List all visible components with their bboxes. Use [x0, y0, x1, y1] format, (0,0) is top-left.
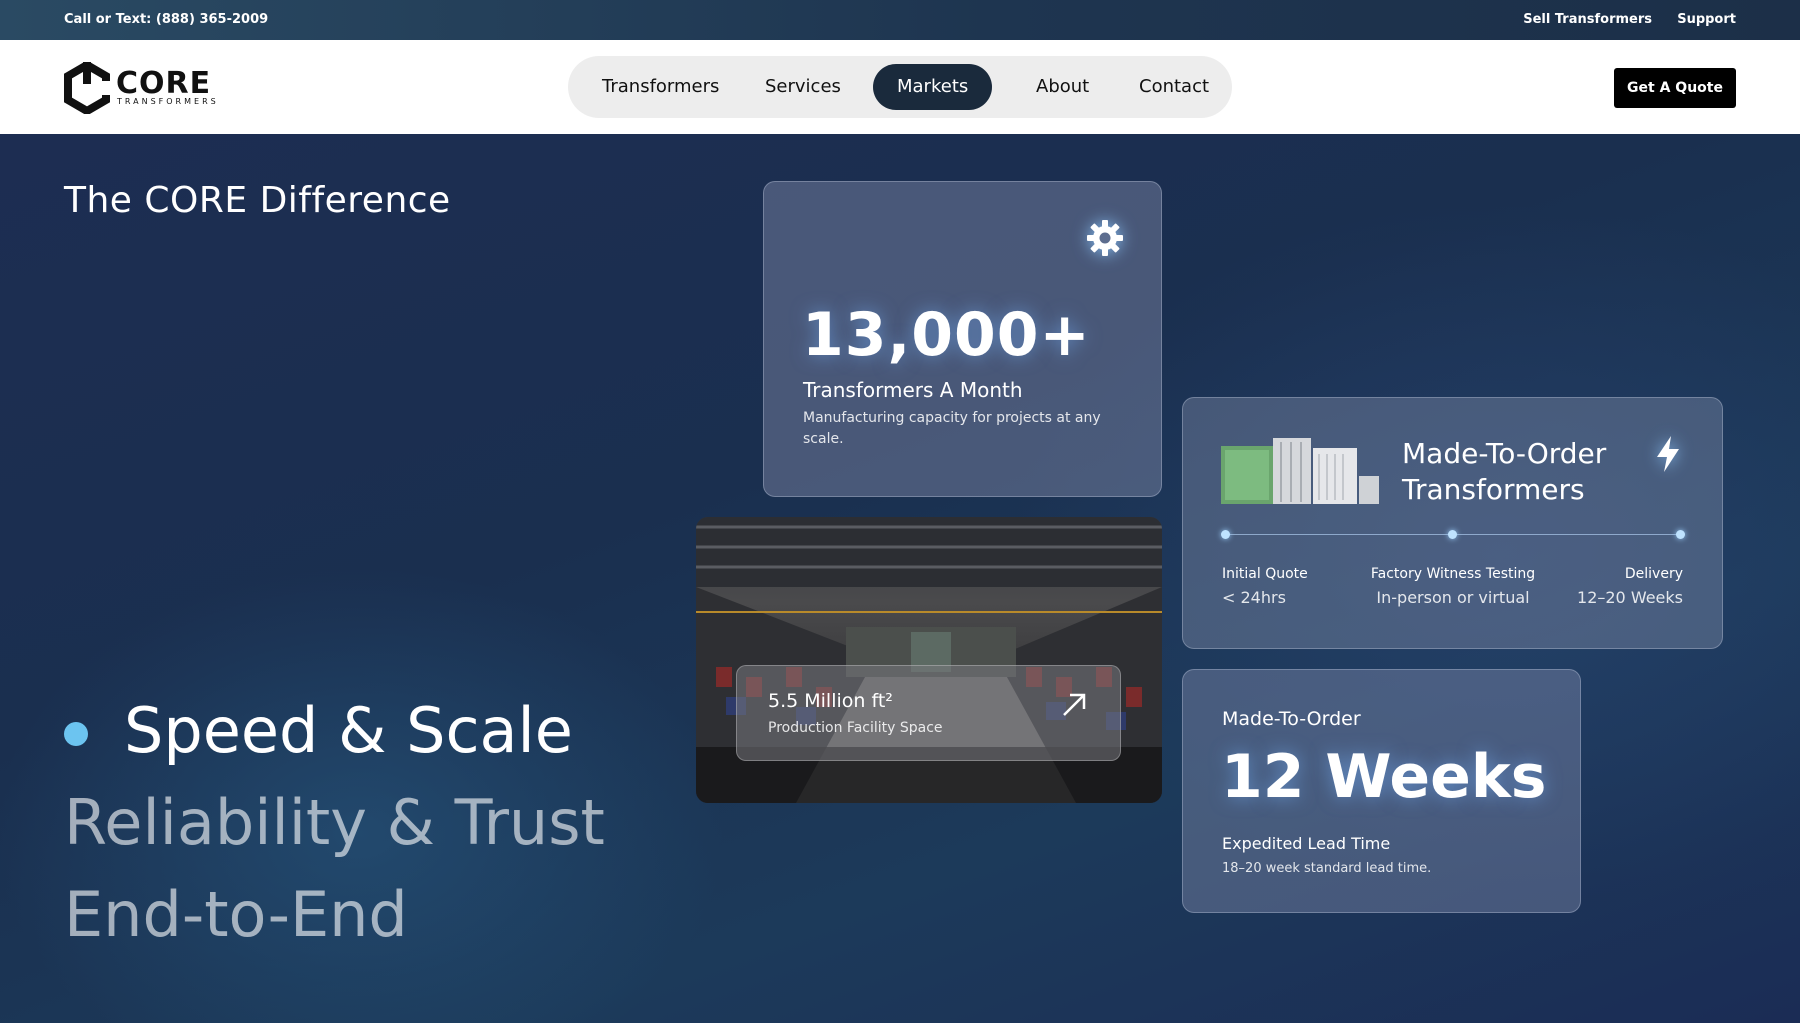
- nav-item-transformers[interactable]: Transformers: [578, 64, 743, 110]
- capacity-description: Manufacturing capacity for projects at a…: [803, 410, 1101, 447]
- step-value-witness-testing: In-person or virtual: [1376, 588, 1530, 607]
- support-link[interactable]: Support: [1677, 12, 1736, 27]
- lead-time-description: 18–20 week standard lead time.: [1222, 861, 1432, 876]
- made-to-order-card: Made-To-Order Transformers Initial Quote…: [1182, 397, 1723, 649]
- step-value-initial-quote: < 24hrs: [1222, 588, 1286, 607]
- active-feature-indicator: [64, 722, 88, 746]
- nav-item-about[interactable]: About: [1012, 64, 1113, 110]
- sell-transformers-link[interactable]: Sell Transformers: [1523, 12, 1652, 27]
- made-to-order-title: Made-To-Order Transformers: [1402, 437, 1607, 506]
- facility-title: 5.5 Million ft²: [768, 690, 893, 712]
- facility-overlay: 5.5 Million ft² Production Facility Spac…: [736, 665, 1121, 761]
- transformer-units-image: [1221, 438, 1379, 504]
- lead-time-value: 12 Weeks: [1221, 742, 1547, 812]
- timeline-dot: [1448, 530, 1457, 539]
- logo-subtitle: TRANSFORMERS: [117, 97, 219, 106]
- get-a-quote-button[interactable]: Get A Quote: [1614, 68, 1736, 108]
- phone-link[interactable]: Call or Text: (888) 365-2009: [64, 12, 268, 27]
- nav-item-markets[interactable]: Markets: [873, 64, 993, 110]
- step-value-delivery: 12–20 Weeks: [1577, 588, 1683, 607]
- facility-photo-card[interactable]: 5.5 Million ft² Production Facility Spac…: [696, 517, 1162, 803]
- timeline-dot: [1221, 530, 1230, 539]
- feature-reliability-trust[interactable]: Reliability & Trust: [64, 786, 605, 859]
- capacity-label: Transformers A Month: [803, 378, 1023, 402]
- gear-icon: [1087, 220, 1123, 256]
- lead-time-eyebrow: Made-To-Order: [1222, 708, 1361, 730]
- step-label-delivery: Delivery: [1624, 566, 1683, 582]
- feature-speed-scale[interactable]: Speed & Scale: [124, 694, 573, 767]
- lead-time-card: Made-To-Order 12 Weeks Expedited Lead Ti…: [1182, 669, 1581, 913]
- hero-section: The CORE Difference Speed & Scale Reliab…: [0, 134, 1800, 1023]
- hero-title: The CORE Difference: [64, 180, 451, 221]
- nav-item-services[interactable]: Services: [741, 64, 865, 110]
- main-nav: CORE TRANSFORMERS Transformers Services …: [0, 40, 1800, 134]
- capacity-card: 13,000+ Transformers A Month Manufacturi…: [763, 181, 1162, 497]
- capacity-value: 13,000+: [802, 300, 1091, 370]
- core-logo[interactable]: CORE TRANSFORMERS: [64, 62, 234, 114]
- core-logo-mark-icon: [64, 62, 110, 114]
- nav-pill: Transformers Services Markets About Cont…: [568, 56, 1232, 118]
- logo-wordmark: CORE: [116, 66, 212, 101]
- feature-end-to-end[interactable]: End-to-End: [64, 878, 408, 951]
- lightning-icon: [1657, 436, 1679, 472]
- arrow-up-right-icon[interactable]: [1059, 690, 1089, 720]
- step-label-initial-quote: Initial Quote: [1222, 566, 1308, 582]
- nav-item-contact[interactable]: Contact: [1115, 64, 1233, 110]
- step-label-witness-testing: Factory Witness Testing: [1370, 566, 1536, 582]
- lead-time-label: Expedited Lead Time: [1222, 834, 1391, 853]
- utility-bar: Call or Text: (888) 365-2009 Sell Transf…: [0, 0, 1800, 40]
- timeline-dot: [1676, 530, 1685, 539]
- facility-subtitle: Production Facility Space: [768, 720, 943, 736]
